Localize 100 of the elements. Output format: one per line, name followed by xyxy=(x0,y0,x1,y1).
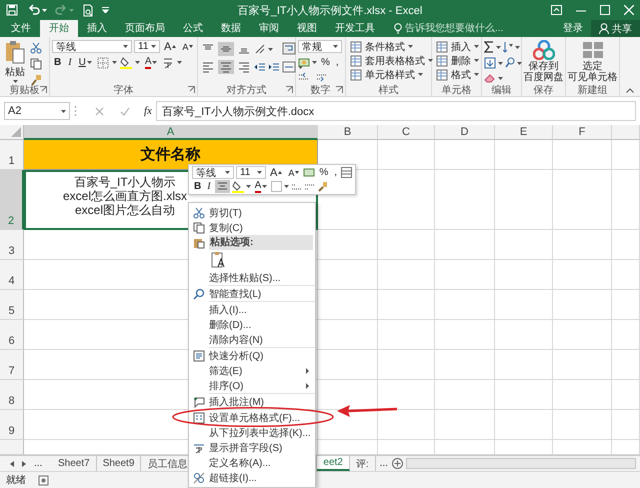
font-color-button[interactable]: A xyxy=(252,180,270,193)
empty-cell[interactable] xyxy=(318,290,378,320)
merge-cells-icon[interactable] xyxy=(282,61,296,73)
empty-cell[interactable] xyxy=(612,380,640,410)
align-center-icon[interactable] xyxy=(220,61,232,73)
column-header[interactable]: F xyxy=(553,125,612,140)
empty-cell[interactable] xyxy=(435,290,495,320)
menu-item[interactable]: 显示拼音字段(S) xyxy=(189,440,315,455)
bold-button[interactable]: B xyxy=(52,56,64,69)
scissors-icon[interactable] xyxy=(30,42,42,54)
decrease-decimal-icon[interactable] xyxy=(304,182,316,192)
empty-cell[interactable] xyxy=(318,260,378,290)
empty-cell[interactable] xyxy=(435,230,495,260)
row-header[interactable]: 2 xyxy=(0,170,24,230)
ribbon-tab[interactable]: 公式 xyxy=(174,20,212,37)
font-color-button[interactable]: A xyxy=(142,56,160,69)
empty-cell[interactable] xyxy=(435,260,495,290)
empty-cell[interactable] xyxy=(318,350,378,380)
empty-cell[interactable] xyxy=(612,260,640,290)
empty-cell[interactable] xyxy=(378,320,435,350)
maximize-icon[interactable] xyxy=(600,5,610,15)
menu-item[interactable]: 设置单元格格式(F)... xyxy=(189,410,315,425)
empty-cell[interactable] xyxy=(378,260,435,290)
ribbon-tab[interactable]: 视图 xyxy=(288,20,326,37)
number-format-icon[interactable] xyxy=(303,167,316,178)
dialog-launcher-icon[interactable] xyxy=(188,86,195,93)
ribbon-display-icon[interactable] xyxy=(551,5,562,15)
empty-cell[interactable] xyxy=(435,140,495,170)
increase-indent-icon[interactable] xyxy=(268,61,280,73)
more-sheets-button[interactable]: ... xyxy=(34,458,42,469)
share-button[interactable]: 共享 xyxy=(591,20,640,37)
dialog-launcher-icon[interactable] xyxy=(286,86,293,93)
empty-cell[interactable] xyxy=(495,350,553,380)
table-format-icon[interactable] xyxy=(341,167,352,178)
empty-cell[interactable] xyxy=(612,230,640,260)
menu-item[interactable]: 选择性粘贴(S)... xyxy=(189,270,315,285)
percent-button[interactable]: % xyxy=(317,166,330,179)
decrease-decimal-icon[interactable] xyxy=(316,72,328,82)
ribbon-large-button[interactable]: 保存到 百度网盘 xyxy=(524,40,563,83)
ribbon-tab[interactable]: 插入 xyxy=(78,20,116,37)
row-header[interactable]: 4 xyxy=(0,260,24,290)
paintbrush-icon[interactable] xyxy=(30,74,42,86)
add-sheet-icon[interactable] xyxy=(392,458,403,469)
more-sheets-button[interactable]: ... xyxy=(376,458,392,469)
ribbon-tab[interactable]: 数据 xyxy=(212,20,250,37)
menu-item[interactable]: 清除内容(N) xyxy=(189,332,315,347)
close-icon[interactable] xyxy=(624,5,634,15)
empty-cell[interactable] xyxy=(553,350,612,380)
comma-button[interactable]: , xyxy=(332,166,340,179)
customize-icon[interactable] xyxy=(102,7,109,13)
underline-button[interactable]: U xyxy=(76,56,94,69)
percent-button[interactable]: % xyxy=(319,56,332,69)
empty-cell[interactable] xyxy=(378,170,435,230)
empty-cell[interactable] xyxy=(495,380,553,410)
row-header[interactable]: 1 xyxy=(0,140,24,170)
empty-cell[interactable] xyxy=(495,290,553,320)
wrap-text-icon[interactable] xyxy=(282,42,296,55)
row-header[interactable]: 8 xyxy=(0,380,24,410)
column-header[interactable]: E xyxy=(495,125,553,140)
increase-decimal-icon[interactable] xyxy=(291,182,302,192)
empty-cell[interactable] xyxy=(435,320,495,350)
empty-cell[interactable] xyxy=(612,320,640,350)
italic-button[interactable]: I xyxy=(205,180,213,193)
empty-cell[interactable] xyxy=(553,320,612,350)
text-orientation-icon[interactable] xyxy=(254,43,266,55)
ribbon-menu-button[interactable]: 条件格式 xyxy=(348,40,435,53)
eraser-icon[interactable] xyxy=(484,73,496,83)
borders-icon[interactable] xyxy=(96,56,109,68)
select-all-button[interactable] xyxy=(0,125,24,140)
column-header[interactable]: D xyxy=(435,125,495,140)
horizontal-scrollbar[interactable] xyxy=(406,458,636,469)
empty-cell[interactable] xyxy=(495,410,553,440)
ribbon-menu-button[interactable]: 格式 xyxy=(434,68,481,81)
empty-cell[interactable] xyxy=(553,290,612,320)
grow-font-button[interactable]: A xyxy=(162,40,178,53)
empty-cell[interactable] xyxy=(435,380,495,410)
align-right-icon[interactable] xyxy=(238,61,250,73)
increase-decimal-icon[interactable] xyxy=(298,72,310,82)
column-header[interactable]: B xyxy=(318,125,378,140)
currency-icon[interactable] xyxy=(298,57,310,68)
empty-cell[interactable] xyxy=(553,140,612,170)
empty-cell[interactable] xyxy=(378,230,435,260)
collapse-ribbon-icon[interactable] xyxy=(626,88,634,93)
font-size-field[interactable]: 11 xyxy=(134,40,160,53)
row-header[interactable]: 9 xyxy=(0,410,24,440)
empty-cell[interactable] xyxy=(495,230,553,260)
phonetic-guide-icon[interactable] xyxy=(162,56,174,68)
empty-cell[interactable] xyxy=(318,320,378,350)
cancel-icon[interactable] xyxy=(95,106,104,116)
row-header[interactable]: 5 xyxy=(0,290,24,320)
menu-item[interactable]: 智能查找(L) xyxy=(189,286,315,301)
menu-item[interactable]: 从下拉列表中选择(K)... xyxy=(189,425,315,440)
insert-function-button[interactable]: fx xyxy=(144,105,152,117)
decrease-indent-icon[interactable] xyxy=(254,61,266,73)
sheet-tab[interactable]: eet2 xyxy=(317,456,350,471)
formula-field[interactable]: 百家号_IT小人物示例文件.docx xyxy=(156,101,636,121)
print-preview-icon[interactable] xyxy=(82,4,94,16)
empty-cell[interactable] xyxy=(612,350,640,380)
empty-cell[interactable] xyxy=(435,410,495,440)
fill-color-icon[interactable] xyxy=(120,56,132,69)
